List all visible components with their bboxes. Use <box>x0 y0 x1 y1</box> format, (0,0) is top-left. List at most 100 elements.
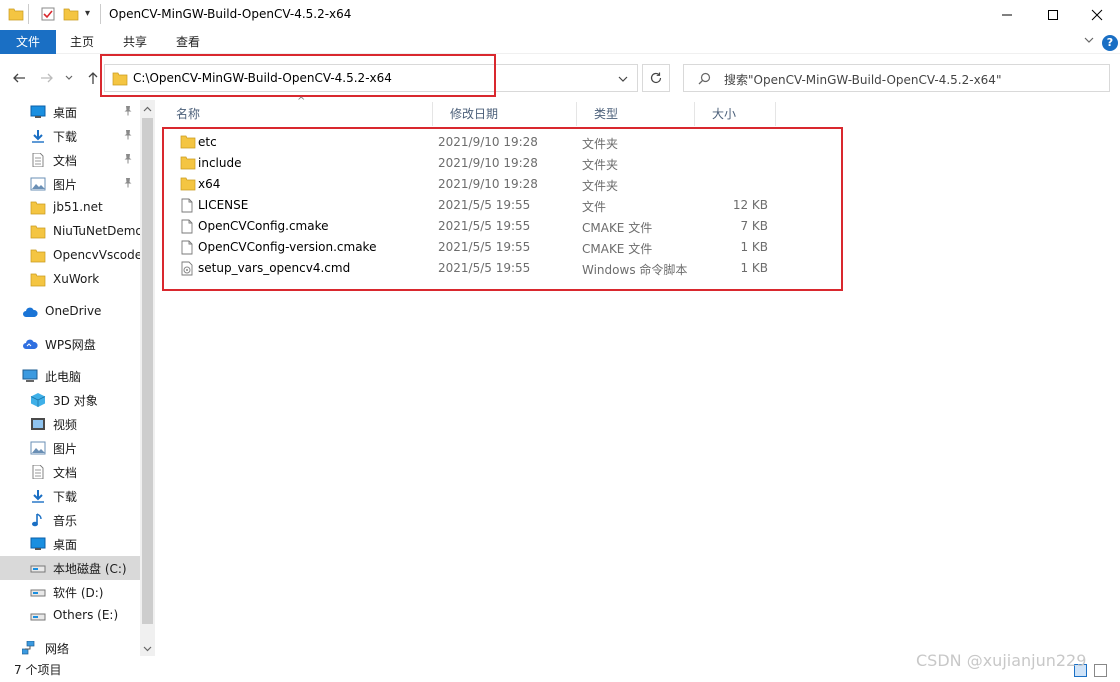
navigation-bar: C:\OpenCV-MinGW-Build-OpenCV-4.5.2-x64 搜… <box>0 58 1120 98</box>
back-button[interactable] <box>9 68 29 88</box>
folder-icon <box>180 135 196 150</box>
help-icon[interactable]: ? <box>1102 35 1118 51</box>
sidebar-item-label: 软件 (D:) <box>53 586 104 600</box>
search-box[interactable]: 搜索"OpenCV-MinGW-Build-OpenCV-4.5.2-x64" <box>683 64 1110 92</box>
sidebar-item-文档[interactable]: 文档 <box>0 148 140 172</box>
toolbar-divider <box>100 4 101 24</box>
recent-locations-button[interactable] <box>62 68 76 88</box>
sidebar-item-下载[interactable]: 下载 <box>0 124 140 148</box>
sidebar-item-label: 3D 对象 <box>53 394 98 408</box>
sidebar-item-文档[interactable]: 文档 <box>0 460 140 484</box>
folder-icon <box>112 71 128 89</box>
title-bar: ▾ OpenCV-MinGW-Build-OpenCV-4.5.2-x64 <box>0 0 1120 30</box>
sidebar-item-others-e[interactable]: Others (E:) <box>0 604 140 628</box>
address-dropdown-icon[interactable] <box>617 73 629 88</box>
refresh-button[interactable] <box>642 64 670 92</box>
file-row[interactable]: x64 2021/9/10 19:28 文件夹 <box>174 174 794 195</box>
cmd-script-icon <box>180 261 194 276</box>
tab-share[interactable]: 共享 <box>111 30 159 54</box>
customize-toolbar-icon[interactable]: ▾ <box>85 8 90 19</box>
sidebar-item-opencvvscode[interactable]: OpencvVscode <box>0 244 140 268</box>
sidebar-item-软件-d[interactable]: 软件 (D:) <box>0 580 140 604</box>
cloud-icon <box>22 305 38 319</box>
desktop-icon <box>30 105 46 119</box>
file-row[interactable]: etc 2021/9/10 19:28 文件夹 <box>174 132 794 153</box>
file-date: 2021/9/10 19:28 <box>438 156 538 170</box>
sidebar-item-下载[interactable]: 下载 <box>0 484 140 508</box>
watermark: CSDN @xujianjun229 <box>916 651 1087 670</box>
column-header-size[interactable]: 大小 <box>696 102 776 126</box>
large-icons-view-icon[interactable] <box>1094 664 1107 677</box>
up-button[interactable] <box>83 68 103 88</box>
tab-view[interactable]: 查看 <box>164 30 212 54</box>
file-type: 文件 <box>582 200 607 214</box>
pin-icon[interactable] <box>123 153 133 167</box>
sidebar-item-wps网盘[interactable]: WPS网盘 <box>0 332 140 356</box>
tab-home[interactable]: 主页 <box>58 30 106 54</box>
sidebar-item-label: XuWork <box>53 272 100 286</box>
file-type: 文件夹 <box>582 158 619 172</box>
pin-icon[interactable] <box>123 177 133 191</box>
file-type: CMAKE 文件 <box>582 242 653 256</box>
sidebar-item-图片[interactable]: 图片 <box>0 436 140 460</box>
pin-icon[interactable] <box>123 105 133 119</box>
sidebar-item-label: jb51.net <box>53 200 103 214</box>
column-header-name[interactable]: 名称 <box>160 102 433 126</box>
sidebar-item-label: 视频 <box>53 418 78 432</box>
address-bar[interactable]: C:\OpenCV-MinGW-Build-OpenCV-4.5.2-x64 <box>104 64 638 92</box>
forward-button[interactable] <box>37 68 57 88</box>
file-date: 2021/9/10 19:28 <box>438 135 538 149</box>
column-header-type[interactable]: 类型 <box>578 102 695 126</box>
sidebar-item-label: 图片 <box>53 178 78 192</box>
sidebar-item-此电脑[interactable]: 此电脑 <box>0 364 140 388</box>
wps-cloud-icon <box>22 337 38 351</box>
sidebar-scrollbar[interactable] <box>140 100 155 656</box>
minimize-button[interactable] <box>984 0 1030 30</box>
file-type: 文件夹 <box>582 179 619 193</box>
column-header-date[interactable]: 修改日期 <box>434 102 577 126</box>
folder-icon <box>8 6 24 25</box>
sidebar-item-本地磁盘-c[interactable]: 本地磁盘 (C:) <box>0 556 140 580</box>
sidebar-item-label: 桌面 <box>53 106 78 120</box>
sidebar-item-jb51-net[interactable]: jb51.net <box>0 196 140 220</box>
file-name: LICENSE <box>198 198 249 212</box>
sidebar-item-桌面[interactable]: 桌面 <box>0 532 140 556</box>
file-row[interactable]: LICENSE 2021/5/5 19:55 文件 12 KB <box>174 195 794 216</box>
download-icon <box>30 129 46 143</box>
tab-file[interactable]: 文件 <box>0 30 56 54</box>
file-row[interactable]: setup_vars_opencv4.cmd 2021/5/5 19:55 Wind… <box>174 258 794 279</box>
video-icon <box>30 417 46 431</box>
sidebar-item-onedrive[interactable]: OneDrive <box>0 300 140 324</box>
file-row[interactable]: OpenCVConfig-version.cmake 2021/5/5 19:55… <box>174 237 794 258</box>
sidebar-item-label: 网络 <box>45 642 70 656</box>
sidebar-item-图片[interactable]: 图片 <box>0 172 140 196</box>
sidebar-item-xuwork[interactable]: XuWork <box>0 268 140 292</box>
file-name: include <box>198 156 242 170</box>
sidebar-item-label: 图片 <box>53 442 78 456</box>
sidebar-item-视频[interactable]: 视频 <box>0 412 140 436</box>
sidebar-item-label: WPS网盘 <box>45 338 96 352</box>
file-row[interactable]: include 2021/9/10 19:28 文件夹 <box>174 153 794 174</box>
file-icon <box>180 240 194 255</box>
sidebar-item-音乐[interactable]: 音乐 <box>0 508 140 532</box>
sidebar-item-label: 下载 <box>53 490 78 504</box>
maximize-button[interactable] <box>1030 0 1076 30</box>
sidebar-item-网络[interactable]: 网络 <box>0 636 140 660</box>
sidebar-item-桌面[interactable]: 桌面 <box>0 100 140 124</box>
file-row[interactable]: OpenCVConfig.cmake 2021/5/5 19:55 CMAKE 文件… <box>174 216 794 237</box>
scroll-up-icon[interactable] <box>143 103 152 117</box>
properties-icon[interactable] <box>40 6 56 25</box>
sidebar-item-3d-对象[interactable]: 3D 对象 <box>0 388 140 412</box>
sidebar-item-label: 此电脑 <box>45 370 82 384</box>
new-folder-icon[interactable] <box>63 6 79 25</box>
pin-icon[interactable] <box>123 129 133 143</box>
toolbar-divider <box>28 4 29 24</box>
scroll-down-icon[interactable] <box>143 642 152 656</box>
sidebar-item-niutunetdemo[interactable]: NiuTuNetDemo <box>0 220 140 244</box>
search-placeholder: 搜索"OpenCV-MinGW-Build-OpenCV-4.5.2-x64" <box>724 73 1002 87</box>
sidebar-scroll-thumb[interactable] <box>142 118 153 624</box>
window-title: OpenCV-MinGW-Build-OpenCV-4.5.2-x64 <box>109 7 352 21</box>
address-path[interactable]: C:\OpenCV-MinGW-Build-OpenCV-4.5.2-x64 <box>133 71 392 85</box>
ribbon-expand-icon[interactable] <box>1083 34 1095 49</box>
close-button[interactable] <box>1074 0 1120 30</box>
